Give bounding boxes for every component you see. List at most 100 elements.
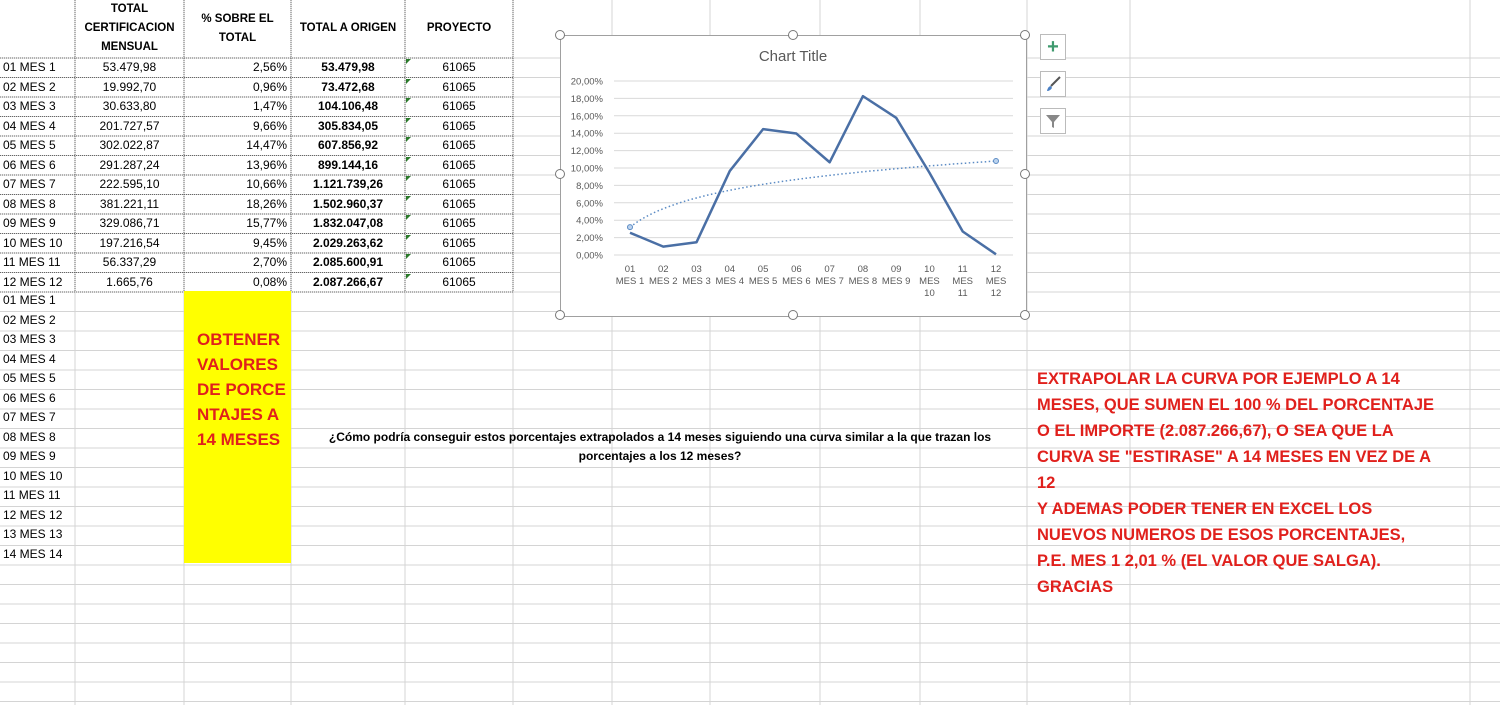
origen-cell[interactable]: 2.085.600,91	[291, 253, 405, 272]
pct-cell[interactable]: 14,47%	[184, 136, 287, 155]
origen-cell[interactable]: 53.479,98	[291, 58, 405, 77]
row-label[interactable]: 11 MES 11	[3, 486, 73, 505]
pct-cell[interactable]: 13,96%	[184, 156, 287, 175]
proyecto-cell[interactable]: 61065	[405, 156, 513, 175]
pct-cell[interactable]: 2,70%	[184, 253, 287, 272]
pct-cell[interactable]: 0,96%	[184, 78, 287, 97]
row-label[interactable]: 08 MES 8	[3, 195, 73, 214]
row-label[interactable]: 06 MES 6	[3, 389, 73, 408]
origen-cell[interactable]: 1.832.047,08	[291, 214, 405, 233]
cert-cell[interactable]: 19.992,70	[75, 78, 184, 97]
proyecto-cell[interactable]: 61065	[405, 78, 513, 97]
origen-cell[interactable]: 1.502.960,37	[291, 195, 405, 214]
cert-cell[interactable]: 201.727,57	[75, 117, 184, 136]
chart-filters-button[interactable]	[1040, 108, 1066, 134]
pct-cell[interactable]: 18,26%	[184, 195, 287, 214]
pct-cell[interactable]: 0,08%	[184, 273, 287, 292]
trendline-handle[interactable]	[993, 158, 999, 165]
resize-handle[interactable]	[788, 310, 798, 320]
proyecto-cell[interactable]: 61065	[405, 175, 513, 194]
x-tick-label: 07	[824, 264, 835, 275]
row-label[interactable]: 04 MES 4	[3, 117, 73, 136]
row-label[interactable]: 08 MES 8	[3, 428, 73, 447]
x-tick-label: 04	[725, 264, 736, 275]
row-label[interactable]: 12 MES 12	[3, 273, 73, 292]
error-indicator-icon	[406, 234, 411, 240]
row-label[interactable]: 09 MES 9	[3, 214, 73, 233]
origen-cell[interactable]: 104.106,48	[291, 97, 405, 116]
row-label[interactable]: 05 MES 5	[3, 369, 73, 388]
cert-cell[interactable]: 56.337,29	[75, 253, 184, 272]
chart-title[interactable]: Chart Title	[759, 48, 827, 65]
resize-handle[interactable]	[788, 30, 798, 40]
resize-handle[interactable]	[555, 30, 565, 40]
row-label[interactable]: 12 MES 12	[3, 506, 73, 525]
cert-cell[interactable]: 329.086,71	[75, 214, 184, 233]
proyecto-cell[interactable]: 61065	[405, 214, 513, 233]
error-indicator-icon	[406, 78, 411, 84]
origen-cell[interactable]: 899.144,16	[291, 156, 405, 175]
proyecto-cell[interactable]: 61065	[405, 97, 513, 116]
resize-handle[interactable]	[1020, 310, 1030, 320]
pct-cell[interactable]: 2,56%	[184, 58, 287, 77]
resize-handle[interactable]	[1020, 169, 1030, 179]
cert-cell[interactable]: 381.221,11	[75, 195, 184, 214]
pct-cell[interactable]: 15,77%	[184, 214, 287, 233]
origen-cell[interactable]: 607.856,92	[291, 136, 405, 155]
row-label[interactable]: 10 MES 10	[3, 234, 73, 253]
x-tick-label: MES 2	[649, 276, 678, 287]
cert-cell[interactable]: 291.287,24	[75, 156, 184, 175]
cert-cell[interactable]: 53.479,98	[75, 58, 184, 77]
proyecto-cell[interactable]: 61065	[405, 136, 513, 155]
row-label[interactable]: 02 MES 2	[3, 78, 73, 97]
resize-handle[interactable]	[555, 169, 565, 179]
origen-cell[interactable]: 1.121.739,26	[291, 175, 405, 194]
row-label[interactable]: 09 MES 9	[3, 447, 73, 466]
pct-cell[interactable]: 9,45%	[184, 234, 287, 253]
proyecto-cell[interactable]: 61065	[405, 234, 513, 253]
row-label[interactable]: 02 MES 2	[3, 311, 73, 330]
row-label[interactable]: 04 MES 4	[3, 350, 73, 369]
series-line[interactable]	[629, 94, 997, 256]
row-label[interactable]: 07 MES 7	[3, 408, 73, 427]
proyecto-cell[interactable]: 61065	[405, 117, 513, 136]
row-label[interactable]: 03 MES 3	[3, 97, 73, 116]
proyecto-cell[interactable]: 61065	[405, 58, 513, 77]
cert-cell[interactable]: 197.216,54	[75, 234, 184, 253]
row-label[interactable]: 01 MES 1	[3, 291, 73, 310]
line-chart[interactable]: Chart Title 0,00% 2,00% 4,00% 6,00% 8,00% 10,0…	[560, 35, 1027, 317]
row-label[interactable]: 13 MES 13	[3, 525, 73, 544]
pct-cell[interactable]: 1,47%	[184, 97, 287, 116]
cert-cell[interactable]: 222.595,10	[75, 175, 184, 194]
proyecto-cell[interactable]: 61065	[405, 195, 513, 214]
trendline-handle[interactable]	[627, 224, 633, 231]
row-label[interactable]: 01 MES 1	[3, 58, 73, 77]
cert-cell[interactable]: 1.665,76	[75, 273, 184, 292]
row-label[interactable]: 07 MES 7	[3, 175, 73, 194]
proyecto-cell[interactable]: 61065	[405, 273, 513, 292]
row-label[interactable]: 05 MES 5	[3, 136, 73, 155]
origen-cell[interactable]: 2.087.266,67	[291, 273, 405, 292]
row-label[interactable]: 14 MES 14	[3, 545, 73, 564]
x-tick-label: MES 8	[849, 276, 878, 287]
origen-cell[interactable]: 305.834,05	[291, 117, 405, 136]
pct-cell[interactable]: 9,66%	[184, 117, 287, 136]
chart-styles-button[interactable]	[1040, 71, 1066, 97]
row-label[interactable]: 06 MES 6	[3, 156, 73, 175]
row-label[interactable]: 11 MES 11	[3, 253, 73, 272]
origen-cell[interactable]: 73.472,68	[291, 78, 405, 97]
cert-cell[interactable]: 30.633,80	[75, 97, 184, 116]
x-tick-label: 03	[691, 264, 702, 275]
resize-handle[interactable]	[555, 310, 565, 320]
highlight-cell[interactable]: OBTENER VALORES DE PORCENTAJES A 14 MESE…	[184, 291, 291, 563]
row-label[interactable]: 10 MES 10	[3, 467, 73, 486]
proyecto-cell[interactable]: 61065	[405, 253, 513, 272]
origen-cell[interactable]: 2.029.263,62	[291, 234, 405, 253]
cert-cell[interactable]: 302.022,87	[75, 136, 184, 155]
chart-elements-button[interactable]: +	[1040, 34, 1066, 60]
y-tick-label: 20,00%	[571, 77, 604, 88]
resize-handle[interactable]	[1020, 30, 1030, 40]
x-tick-label: MES 1	[616, 276, 645, 287]
row-label[interactable]: 03 MES 3	[3, 330, 73, 349]
pct-cell[interactable]: 10,66%	[184, 175, 287, 194]
